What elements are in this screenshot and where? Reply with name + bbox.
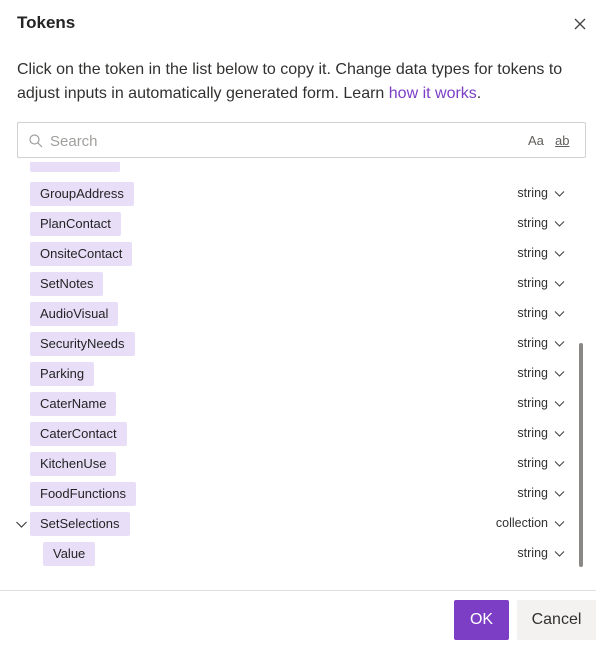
token-row: CaterName string (0, 390, 580, 420)
token-row: SetNotes string (0, 270, 580, 300)
type-dropdown[interactable]: string (517, 336, 565, 350)
type-label: string (517, 336, 548, 350)
type-label: string (517, 186, 548, 200)
ok-button[interactable]: OK (454, 600, 509, 640)
chevron-down-icon (554, 190, 565, 197)
tokens-dialog: Tokens Click on the token in the list be… (0, 0, 596, 645)
token-chip[interactable]: CaterName (30, 392, 117, 416)
type-dropdown[interactable]: string (517, 276, 565, 290)
type-label: string (517, 366, 548, 380)
token-chip[interactable]: SecurityNeeds (30, 332, 135, 356)
token-chip[interactable]: AudioVisual (30, 302, 119, 326)
chevron-down-icon (554, 490, 565, 497)
cancel-button[interactable]: Cancel (517, 600, 596, 640)
token-chip[interactable]: SetNotes (30, 272, 104, 296)
footer-divider (0, 590, 596, 591)
type-label: string (517, 216, 548, 230)
type-dropdown[interactable]: string (517, 396, 565, 410)
token-row-nested: Value string (0, 540, 580, 570)
dialog-title: Tokens (17, 13, 76, 32)
token-row: FoodFunctions string (0, 480, 580, 510)
type-dropdown[interactable]: string (517, 546, 565, 560)
close-button[interactable] (568, 12, 592, 36)
chevron-down-icon (554, 460, 565, 467)
chevron-down-icon (554, 220, 565, 227)
description-end: . (476, 85, 482, 102)
close-icon (574, 18, 586, 30)
search-box: Aa ab (17, 122, 586, 158)
type-label: string (517, 456, 548, 470)
token-chip-partial[interactable] (30, 162, 120, 172)
type-label: string (517, 396, 548, 410)
token-chip[interactable]: Value (43, 542, 96, 566)
token-row: Parking string (0, 360, 580, 390)
whole-word-toggle[interactable]: ab (555, 133, 569, 148)
token-chip[interactable]: OnsiteContact (30, 242, 133, 266)
token-chip[interactable]: FoodFunctions (30, 482, 136, 506)
type-dropdown[interactable]: string (517, 426, 565, 440)
dialog-description: Click on the token in the list below to … (17, 58, 582, 106)
chevron-down-icon (554, 250, 565, 257)
token-chip[interactable]: SetSelections (30, 512, 130, 536)
chevron-down-icon (554, 400, 565, 407)
token-row-collection: SetSelections collection (0, 510, 580, 540)
token-row: SecurityNeeds string (0, 330, 580, 360)
type-dropdown[interactable]: string (517, 366, 565, 380)
type-label: string (517, 426, 548, 440)
token-chip[interactable]: Parking (30, 362, 95, 386)
token-list: GroupAddress string PlanContact string O… (0, 162, 596, 574)
list-scrollbar[interactable] (579, 343, 583, 567)
type-dropdown[interactable]: string (517, 186, 565, 200)
type-dropdown[interactable]: string (517, 246, 565, 260)
type-label: string (517, 546, 548, 560)
chevron-down-icon (554, 370, 565, 377)
chevron-down-icon (554, 550, 565, 557)
chevron-down-icon (554, 340, 565, 347)
token-row: CaterContact string (0, 420, 580, 450)
match-case-toggle[interactable]: Aa (528, 133, 544, 148)
type-label: string (517, 276, 548, 290)
token-chip[interactable]: GroupAddress (30, 182, 134, 206)
token-row: AudioVisual string (0, 300, 580, 330)
type-dropdown[interactable]: string (517, 216, 565, 230)
expand-chevron-icon[interactable] (15, 518, 28, 531)
chevron-down-icon (554, 280, 565, 287)
how-it-works-link[interactable]: how it works (389, 85, 477, 102)
chevron-down-icon (554, 430, 565, 437)
type-dropdown[interactable]: string (517, 306, 565, 320)
search-input[interactable] (50, 129, 510, 153)
token-chip[interactable]: KitchenUse (30, 452, 117, 476)
type-label: string (517, 486, 548, 500)
chevron-down-icon (554, 520, 565, 527)
type-label: string (517, 246, 548, 260)
type-label: string (517, 306, 548, 320)
token-chip[interactable]: PlanContact (30, 212, 121, 236)
token-row: PlanContact string (0, 210, 580, 240)
type-dropdown[interactable]: collection (496, 516, 565, 530)
token-row: KitchenUse string (0, 450, 580, 480)
chevron-down-icon (554, 310, 565, 317)
token-row: GroupAddress string (0, 180, 580, 210)
search-icon (29, 134, 43, 148)
token-row: OnsiteContact string (0, 240, 580, 270)
type-dropdown[interactable]: string (517, 456, 565, 470)
type-label: collection (495, 516, 548, 530)
token-chip[interactable]: CaterContact (30, 422, 127, 446)
type-dropdown[interactable]: string (517, 486, 565, 500)
